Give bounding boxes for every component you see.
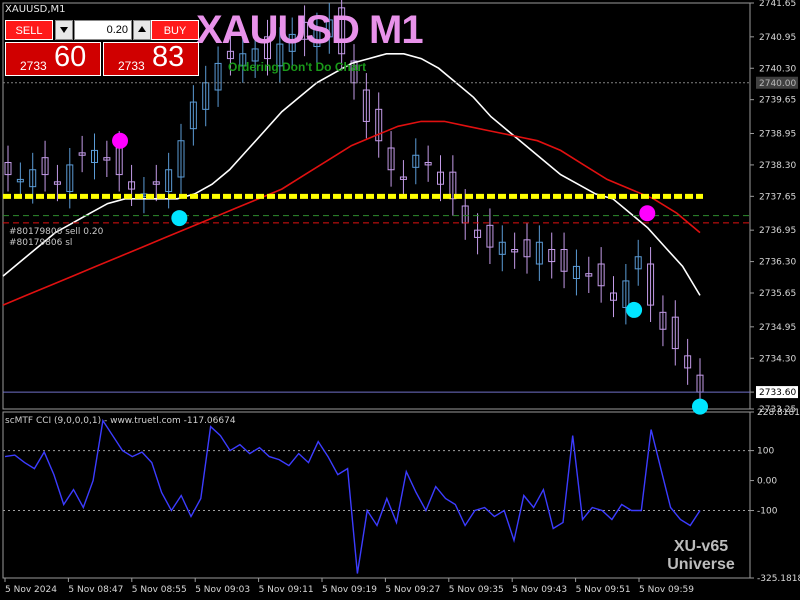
brand-watermark: XU-v65 Universe [658, 538, 744, 574]
cci-line [4, 418, 701, 574]
price-tick-label: 2738.30 [759, 161, 796, 171]
sell-signal-marker [112, 132, 129, 149]
symbol-title: XAUUSD,M1 [5, 4, 66, 15]
moving-average-fast [2, 53, 701, 296]
price-tick-label: 2735.65 [759, 289, 796, 299]
price-tick-label: 2737.65 [759, 192, 796, 202]
order-label-sell: #80179806 sell 0.20 [9, 227, 104, 237]
time-tick-label: 5 Nov 09:35 [449, 585, 504, 595]
sell-price-small: 2733 [20, 59, 47, 73]
price-label-level: 2740.00 [759, 79, 796, 89]
indicator-title: scMTF CCI (9,0,0,0,1) - www.truetl.com -… [5, 416, 236, 426]
time-tick-label: 5 Nov 09:19 [322, 585, 377, 595]
price-tick-label: 2734.30 [759, 354, 796, 364]
watermark-subtitle: Ordering Don't Do Chart [228, 60, 367, 74]
sell-button[interactable]: SELL [5, 20, 53, 40]
cci-tick-label: 0.00 [757, 477, 777, 487]
time-tick-label: 5 Nov 09:11 [259, 585, 314, 595]
levels-layer [3, 82, 750, 393]
price-tick-label: 2738.95 [759, 130, 796, 140]
time-tick-label: 5 Nov 09:59 [639, 585, 694, 595]
sell-price-big: 60 [54, 41, 87, 73]
buy-signal-marker [171, 210, 188, 227]
sell-price-button[interactable]: 2733 60 [5, 41, 101, 76]
price-tick-label: 2740.30 [759, 64, 796, 74]
brand-line-1: XU-v65 [673, 538, 729, 555]
time-tick-label: 5 Nov 08:55 [132, 585, 187, 595]
price-axis: 2741.65 2740.95 2740.30 2739.65 2738.95 2738.… [750, 0, 798, 415]
price-tick-label: 2736.30 [759, 258, 796, 268]
buy-signal-marker [692, 398, 708, 415]
price-tick-label: 2736.95 [759, 226, 796, 236]
time-tick-label: 5 Nov 09:43 [512, 585, 567, 595]
time-tick-label: 5 Nov 09:27 [385, 585, 440, 595]
moving-averages-layer [2, 53, 701, 306]
buy-button[interactable]: BUY [151, 20, 199, 40]
price-tick-label: 2739.65 [759, 96, 796, 106]
markers-layer [112, 132, 708, 415]
time-tick-label: 5 Nov 09:03 [195, 585, 250, 595]
brand-line-2: Universe [667, 556, 735, 573]
buy-signal-marker [626, 301, 643, 318]
order-label-stoploss: #80179806 sl [9, 238, 73, 248]
buy-price-big: 83 [152, 41, 185, 73]
time-tick-label: 5 Nov 2024 [5, 585, 57, 595]
cci-tick-label: -100 [757, 507, 778, 517]
price-label-bid: 2733.60 [759, 388, 796, 398]
cci-tick-label: -325.18183 [757, 574, 800, 584]
cci-tick-label: 228.81818 [757, 408, 800, 418]
lot-decrease-button[interactable] [55, 20, 73, 40]
lot-size-input[interactable] [74, 20, 132, 40]
one-click-trade-panel: SELL BUY 2733 60 2733 83 [5, 20, 199, 76]
lot-increase-button[interactable] [133, 20, 151, 40]
cci-frame-border [2, 411, 751, 579]
time-axis: 5 Nov 2024 5 Nov 08:47 5 Nov 08:55 5 Nov 09… [4, 578, 694, 595]
buy-price-small: 2733 [118, 59, 145, 73]
price-tick-label: 2741.65 [759, 0, 796, 9]
arrow-down-icon [60, 27, 68, 33]
time-tick-label: 5 Nov 08:47 [68, 585, 123, 595]
chart-canvas: 2741.65 2740.95 2740.30 2739.65 2738.95 2738.… [2, 0, 800, 595]
symbol-watermark: XAUUSD M1 [196, 8, 424, 52]
price-tick-label: 2740.95 [759, 33, 796, 43]
moving-average-slow [2, 120, 701, 306]
sell-signal-marker [639, 205, 656, 222]
time-tick-label: 5 Nov 09:51 [576, 585, 631, 595]
cci-tick-label: 100 [757, 447, 774, 457]
buy-price-button[interactable]: 2733 83 [103, 41, 199, 76]
arrow-up-icon [138, 26, 146, 32]
main-chart-frame [2, 2, 751, 579]
price-tick-label: 2734.95 [759, 323, 796, 333]
